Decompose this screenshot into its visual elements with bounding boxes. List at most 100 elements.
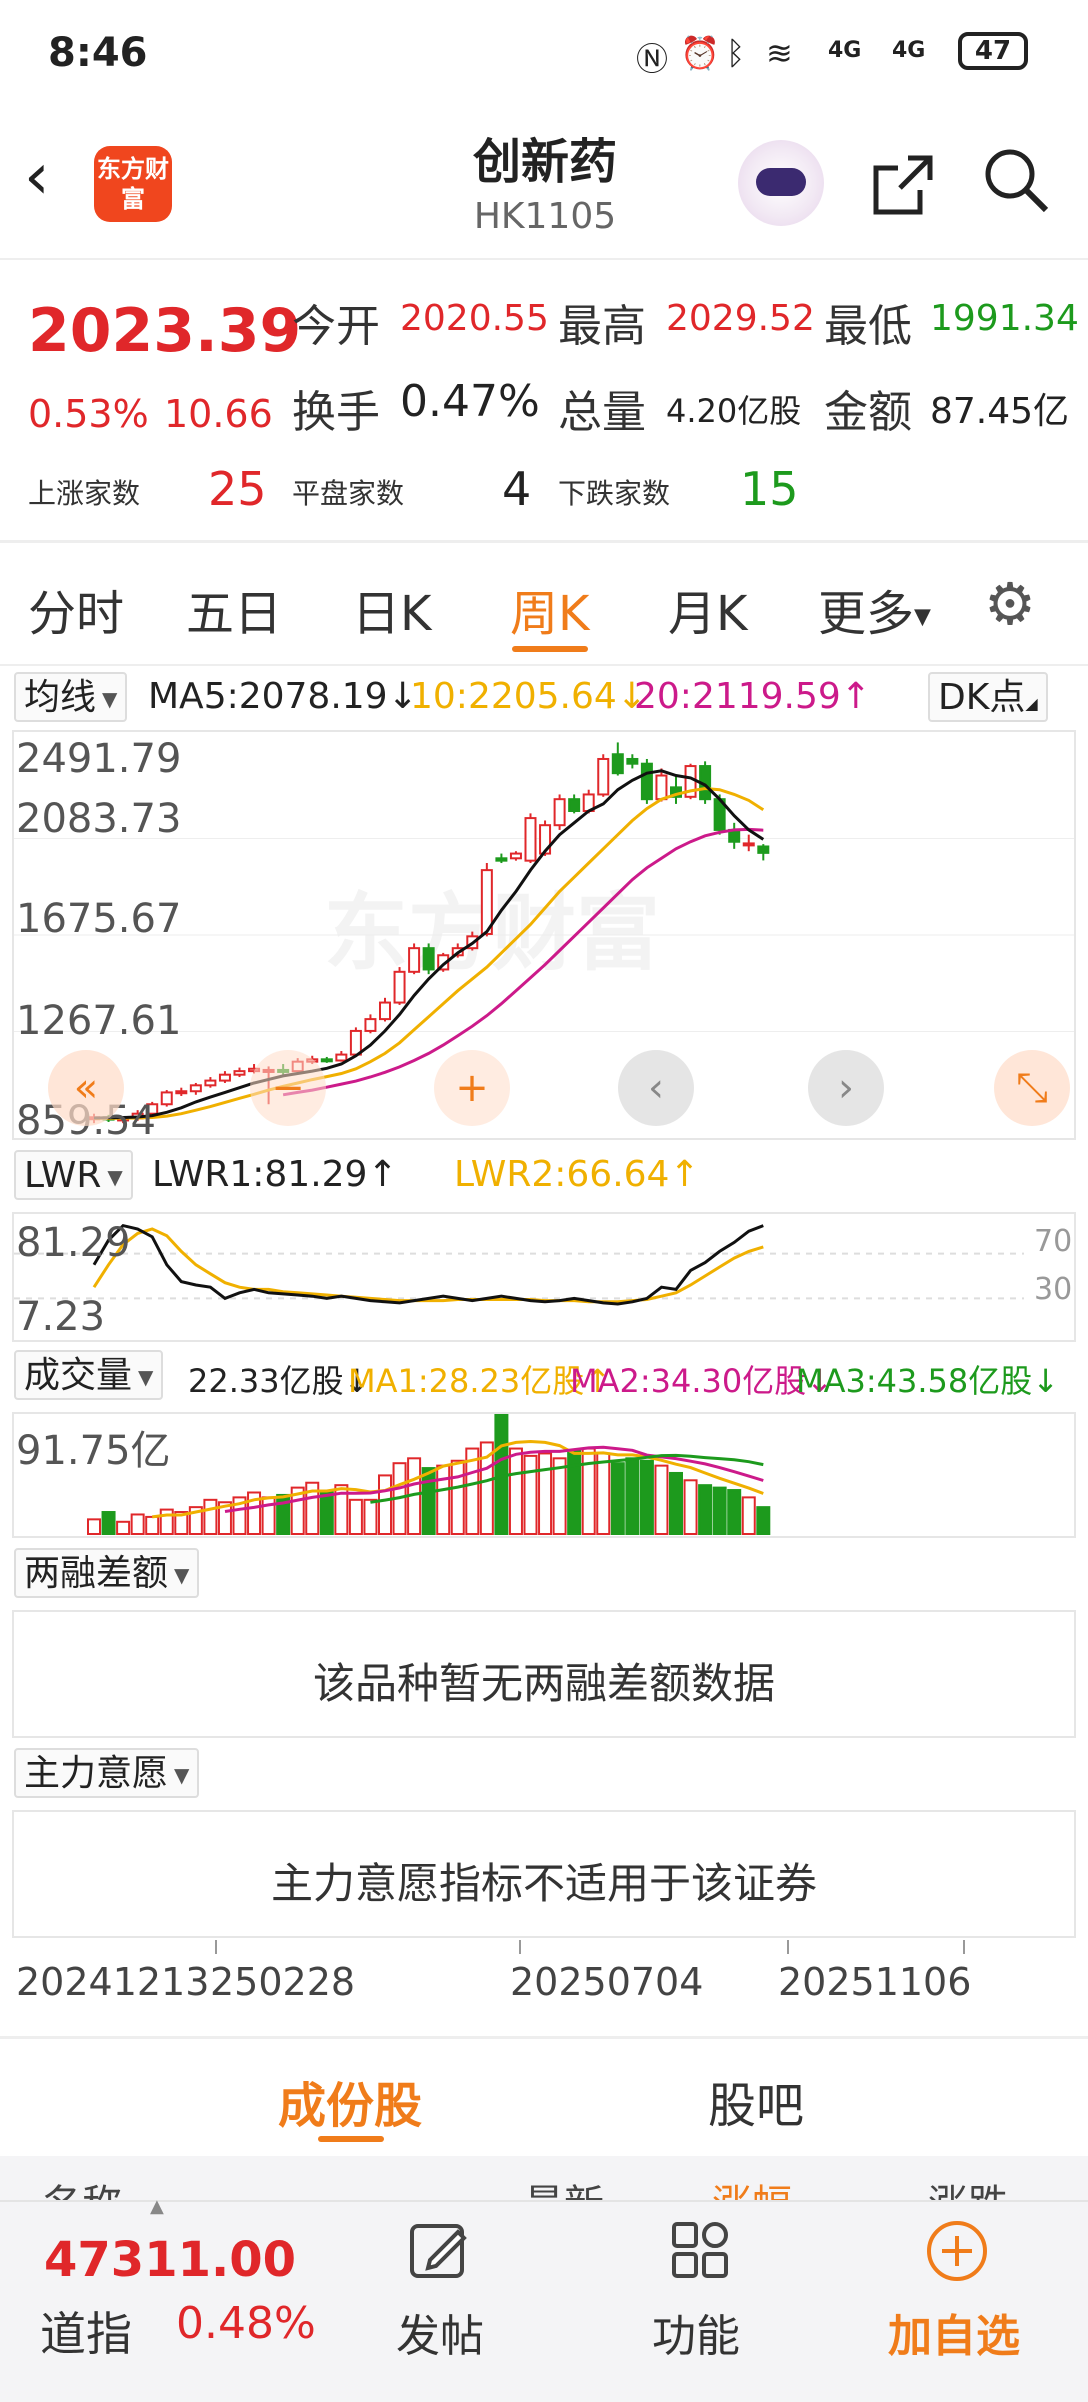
volume-bar-up [130, 1513, 145, 1536]
volume-bar-down [421, 1467, 436, 1536]
tab-intraday[interactable]: 分时 [28, 574, 124, 644]
grid-icon[interactable] [668, 2218, 734, 2288]
lwr-panel: 81.29 7.23 70 30 [12, 1212, 1076, 1342]
tab-forum[interactable]: 股吧 [708, 2066, 804, 2136]
x-date-4: 20251106 [778, 1960, 972, 2004]
candle-up [742, 842, 755, 847]
divider [0, 2036, 1088, 2039]
candle-up [393, 970, 406, 1004]
candle-up [233, 1070, 246, 1076]
volume-bar-down [319, 1491, 334, 1535]
dk-point-button[interactable]: DK点◢ [928, 672, 1048, 722]
status-time: 8:46 [48, 30, 148, 76]
fullscreen-button[interactable]: ⤡ [994, 1050, 1070, 1126]
active-tab-indicator [512, 646, 588, 652]
tab-weekly-k[interactable]: 周K [510, 574, 589, 644]
candle-up [175, 1090, 188, 1095]
zoom-out-button[interactable]: − [250, 1050, 326, 1126]
divider [0, 664, 1088, 666]
lwr-chart [14, 1223, 1024, 1306]
function-button[interactable]: 功能 [652, 2300, 740, 2364]
lwr-y-low: 7.23 [16, 1294, 106, 1340]
tab-components[interactable]: 成份股 [278, 2066, 422, 2136]
x-date-2: 250228 [210, 1960, 356, 2004]
volume-value: 4.20亿股 [666, 392, 802, 430]
back-button[interactable]: ‹ [24, 145, 50, 209]
low-value: 1991.34 [930, 298, 1079, 339]
main-force-selector-label: 主力意愿 [24, 1753, 169, 1794]
high-value: 2029.52 [666, 298, 815, 339]
margin-selector-label: 两融差额 [24, 1553, 169, 1594]
up-count: 25 [208, 462, 267, 516]
ma-selector-label: 均线 [24, 677, 97, 718]
gear-icon[interactable]: ⚙ [984, 570, 1036, 638]
volume-y-label: 91.75亿 [16, 1428, 171, 1474]
x-date-3: 20250704 [510, 1960, 704, 2004]
add-watchlist-button[interactable]: 加自选 [888, 2300, 1020, 2364]
dk-point-label: DK点 [938, 677, 1026, 718]
main-force-message: 主力意愿指标不适用于该证券 [270, 1859, 817, 1908]
volume-bar-down [101, 1511, 116, 1535]
index-pct[interactable]: 0.48% [176, 2298, 316, 2349]
kline-panel[interactable]: 东方财富 2491.79 2083.73 1675.67 1267.61 859… [12, 730, 1076, 1144]
page-title: 创新药 [472, 134, 617, 190]
volume-bar-up [741, 1496, 756, 1535]
candle-down [611, 753, 624, 775]
margin-selector[interactable]: 两融差额 ▼ [14, 1548, 200, 1598]
volume-bar-up [203, 1498, 218, 1535]
tab-monthly-k[interactable]: 月K [668, 574, 747, 644]
margin-message: 该品种暂无两融差额数据 [312, 1659, 775, 1708]
current-price: 2023.39 [28, 296, 302, 366]
tab-five-day[interactable]: 五日 [186, 574, 282, 644]
previous-button[interactable]: ‹ [618, 1050, 694, 1126]
down-count-label: 下跌家数 [558, 477, 671, 510]
candle-up [509, 852, 522, 860]
lwr-y-high: 81.29 [16, 1220, 131, 1266]
divider [0, 258, 1088, 260]
search-icon[interactable] [980, 144, 1052, 232]
candle-up [189, 1084, 202, 1093]
ma-selector[interactable]: 均线 ▼ [14, 672, 128, 722]
edit-icon[interactable] [406, 2218, 472, 2288]
share-icon[interactable] [868, 150, 938, 235]
index-name[interactable]: 道指 [40, 2298, 132, 2364]
zoom-in-button[interactable]: + [434, 1050, 510, 1126]
open-value: 2020.55 [400, 298, 549, 339]
change-value: 10.66 [164, 392, 273, 436]
wifi-icon: ≋ [766, 34, 793, 72]
index-value[interactable]: 47311.00 [44, 2232, 296, 2288]
tab-daily-k[interactable]: 日K [352, 574, 431, 644]
volume-bar-up [145, 1515, 160, 1535]
candle-up [364, 1018, 377, 1032]
bottom-bar: 47311.00 ▲ 道指 0.48% 发帖 功能 加自选 [0, 2196, 1088, 2402]
caret-down-icon: ▼ [914, 604, 931, 630]
volume-bar-down [669, 1471, 683, 1535]
post-button[interactable]: 发帖 [396, 2300, 484, 2364]
main-force-selector[interactable]: 主力意愿 ▼ [14, 1748, 200, 1798]
ma10-value: 10:2205.64↓ [410, 676, 647, 717]
volume-bar-up [87, 1518, 101, 1536]
volume-bar-up [683, 1479, 698, 1535]
volume-selector[interactable]: 成交量 ▼ [14, 1350, 164, 1400]
candle-up [524, 817, 537, 862]
nfc-icon: Ⓝ [636, 40, 669, 78]
lwr-level-70: 70 [1034, 1224, 1073, 1259]
rewind-button[interactable]: « [48, 1050, 124, 1126]
status-bar: 8:46 Ⓝ ⏰ ᛒ ≋ 4G 4G 47 [0, 0, 1088, 110]
tab-more[interactable]: 更多▼ [818, 574, 931, 644]
candle-down [422, 947, 435, 971]
y-label-2: 2083.73 [16, 796, 182, 842]
assistant-avatar-icon[interactable] [738, 140, 824, 226]
x-date-1: 20241213 [16, 1960, 210, 2004]
candle-up [218, 1073, 231, 1082]
lwr-selector[interactable]: LWR ▼ [14, 1150, 133, 1200]
app-logo[interactable]: 东方财富 [94, 146, 172, 222]
candle-up [408, 947, 421, 973]
volume-ma3: MA3:43.58亿股↓ [796, 1362, 1060, 1400]
volume-bar-up [450, 1459, 465, 1535]
add-circle-icon[interactable] [924, 2218, 990, 2288]
candle-down [320, 1058, 333, 1063]
volume-label: 总量 [558, 387, 646, 438]
volume-ma2: MA2:34.30亿股↓ [570, 1362, 834, 1400]
next-button[interactable]: › [808, 1050, 884, 1126]
